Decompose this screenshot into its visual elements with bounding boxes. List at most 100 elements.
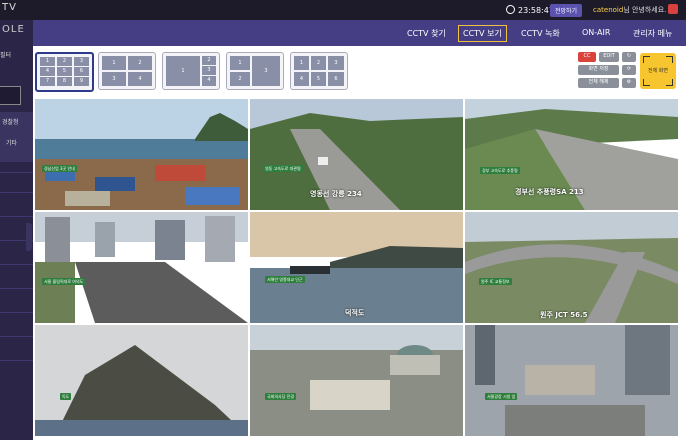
- top-bar: 23:58:47 전망하기 catenoid님 안녕하세요.: [0, 0, 686, 20]
- layout-cell: 1: [230, 56, 250, 70]
- divider: [0, 172, 33, 173]
- camera-feed-7[interactable]: 독도: [35, 325, 248, 436]
- camera-badge: 독도: [60, 393, 72, 400]
- nav-admin-menu[interactable]: 관리자 메뉴: [633, 28, 672, 39]
- harbor-scene: [35, 99, 248, 210]
- layout-cell: 3: [102, 72, 126, 86]
- camera-feed-3[interactable]: 경부 고속도로 추풍령 경부선 추풍령SA 213: [465, 99, 678, 210]
- layout-cell: 2: [202, 56, 216, 65]
- clock-time: 23:58:47: [518, 6, 554, 15]
- layout-cell: 4: [40, 67, 55, 76]
- city-road-scene: [35, 212, 248, 323]
- divider: [0, 216, 33, 217]
- layout-cell: 2: [311, 56, 326, 70]
- layout-cell: 8: [57, 77, 72, 86]
- camera-feed-6[interactable]: 원주 IC 교통정보 원주 JCT 56.5: [465, 212, 678, 323]
- nav-cctv-record[interactable]: CCTV 녹화: [521, 28, 560, 39]
- layout-cell: 7: [40, 77, 55, 86]
- full-screen-button[interactable]: 전체 화면: [640, 53, 676, 89]
- welcome-suffix: 님 안녕하세요.: [623, 6, 667, 14]
- nav-on-air[interactable]: ON-AIR: [582, 28, 610, 37]
- camera-badge: 서울광장 시청 앞: [485, 393, 518, 400]
- fullscreen-button[interactable]: 전망하기: [550, 4, 583, 17]
- camera-overlay-text: 경부선 추풍령SA 213: [515, 188, 584, 196]
- layout-2plus1[interactable]: 1 2 3: [226, 52, 284, 90]
- assembly-scene: [250, 325, 463, 436]
- corner-icon: [666, 56, 673, 63]
- layout-1plus3[interactable]: 1 2 3 4: [162, 52, 220, 90]
- divider: [0, 264, 33, 265]
- layout-cell: 1: [166, 56, 200, 86]
- camera-badge: 서해안 영종대교 인근: [265, 276, 305, 283]
- clear-all-button[interactable]: 전체 해제: [578, 78, 619, 88]
- layout-cell: 6: [74, 67, 89, 76]
- save-screen-button[interactable]: 화면 저장: [578, 65, 619, 75]
- camera-feed-9[interactable]: 서울광장 시청 앞: [465, 325, 678, 436]
- layout-cell: 1: [40, 57, 55, 66]
- brand-logo-sub: OLE: [2, 24, 25, 35]
- camera-feed-1[interactable]: 경남산업 3곳 안내: [35, 99, 248, 210]
- camera-badge: 영동 고속도로 대관령: [263, 165, 303, 172]
- city-plaza-scene: [465, 325, 678, 436]
- layout-cell: 3: [202, 66, 216, 75]
- camera-overlay-text: 영동선 강릉 234: [310, 190, 362, 198]
- username: catenoid: [593, 6, 624, 14]
- corner-icon: [643, 56, 650, 63]
- camera-feed-5[interactable]: 서해안 영종대교 인근 덕적도: [250, 212, 463, 323]
- sidebar-search-box[interactable]: [0, 86, 21, 105]
- logout-icon[interactable]: [668, 4, 678, 14]
- clock-icon: [506, 5, 515, 14]
- layout-cell: 2: [230, 72, 250, 86]
- layout-cell: 5: [311, 72, 326, 86]
- settings-icon[interactable]: ⚙: [622, 78, 636, 88]
- divider: [0, 336, 33, 337]
- camera-badge: 경부 고속도로 추풍령: [480, 167, 520, 174]
- interchange-scene: [465, 212, 678, 323]
- camera-badge: 국회의사당 전경: [265, 393, 297, 400]
- nav-cctv-view[interactable]: CCTV 보기: [458, 25, 507, 42]
- layout-cell: 2: [57, 57, 72, 66]
- layout-cell: 4: [202, 76, 216, 86]
- sidebar-item-other[interactable]: 기타: [6, 138, 17, 147]
- divider: [0, 192, 33, 193]
- sidebar-item-police[interactable]: 경찰청: [2, 117, 19, 126]
- edit-button[interactable]: EDIT: [599, 52, 619, 62]
- corner-icon: [643, 79, 650, 86]
- camera-overlay-text: 덕적도: [345, 309, 365, 317]
- layout-cell: 9: [74, 77, 89, 86]
- refresh-icon[interactable]: ↻: [622, 52, 636, 62]
- layout-2x3[interactable]: 1 2 3 4 5 6: [290, 52, 348, 90]
- corner-icon: [666, 79, 673, 86]
- camera-feed-8[interactable]: 국회의사당 전경: [250, 325, 463, 436]
- layout-cell: 6: [328, 72, 344, 86]
- cc-button[interactable]: CC: [578, 52, 596, 62]
- nav-cctv-search[interactable]: CCTV 찾기: [407, 28, 446, 39]
- divider: [0, 288, 33, 289]
- layout-cell: 3: [252, 56, 280, 86]
- sidebar-item-filter[interactable]: 필터: [0, 50, 11, 59]
- divider: [0, 312, 33, 313]
- island-scene: [35, 325, 248, 436]
- layout-cell: 4: [128, 72, 152, 86]
- camera-overlay-text: 원주 JCT 56.5: [540, 311, 588, 319]
- layout-2x2[interactable]: 1 2 3 4: [98, 52, 156, 90]
- camera-badge: 원주 IC 교통정보: [479, 278, 512, 285]
- sync-icon[interactable]: ⟳: [622, 65, 636, 75]
- main-nav: CCTV 찾기 CCTV 보기 CCTV 녹화 ON-AIR 관리자 메뉴: [33, 20, 686, 46]
- full-screen-label: 전체 화면: [648, 68, 668, 74]
- brand-logo: TV: [2, 2, 17, 13]
- layout-cell: 3: [74, 57, 89, 66]
- layout-cell: 1: [102, 56, 126, 70]
- layout-cell: 4: [294, 72, 309, 86]
- layout-cell: 5: [57, 67, 72, 76]
- camera-feed-2[interactable]: 영동 고속도로 대관령 영동선 강릉 234: [250, 99, 463, 210]
- sidebar-collapse-handle[interactable]: [26, 223, 32, 251]
- layout-3x3[interactable]: 1 2 3 4 5 6 7 8 9: [35, 52, 94, 92]
- camera-badge: 서울 올림픽대로 여의도: [42, 278, 86, 285]
- layout-cell: 1: [294, 56, 309, 70]
- camera-feed-4[interactable]: 서울 올림픽대로 여의도: [35, 212, 248, 323]
- sea-scene: [250, 212, 463, 323]
- clock: 23:58:47: [506, 5, 554, 15]
- sidebar: 필터 경찰청 기타: [0, 20, 33, 440]
- layout-cell: 2: [128, 56, 152, 70]
